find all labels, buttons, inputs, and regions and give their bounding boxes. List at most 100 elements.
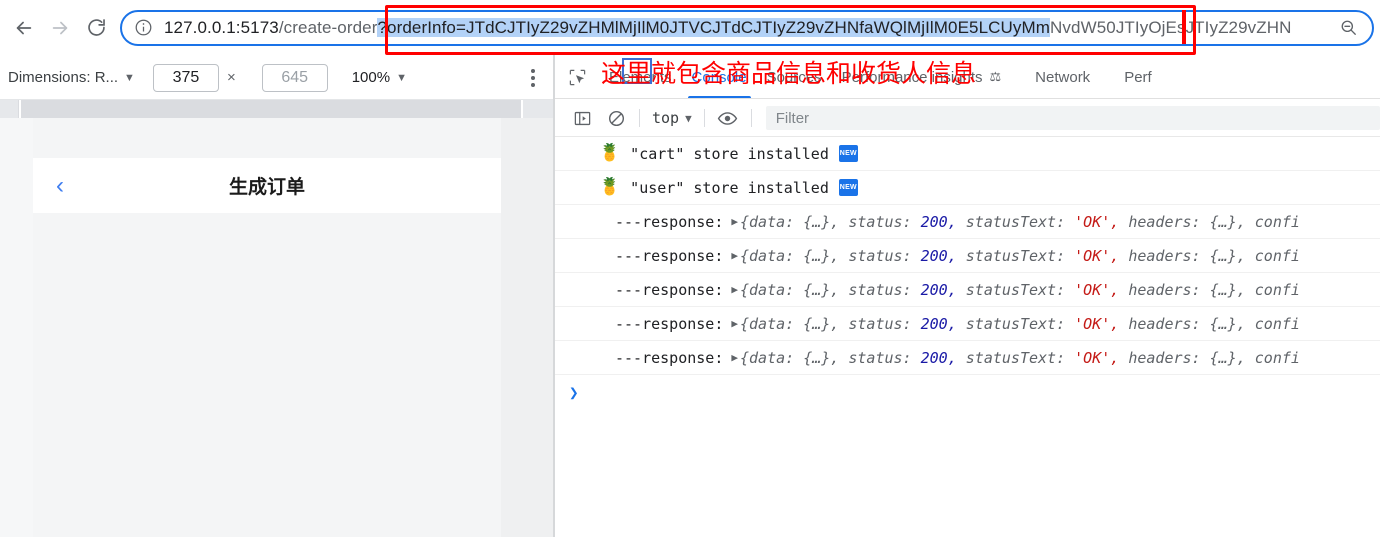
response-status-value: 200, — [920, 314, 957, 333]
device-ruler[interactable] — [0, 100, 553, 118]
divider — [639, 109, 640, 127]
info-circle-icon[interactable] — [134, 18, 154, 38]
console-filter-input[interactable]: Filter — [765, 106, 1380, 130]
console-row-response[interactable]: ---response: ▶ {data: {…}, status: 200, … — [555, 307, 1380, 341]
response-status-key: status: — [848, 348, 912, 367]
divider — [703, 109, 705, 127]
dimension-separator: × — [226, 69, 236, 86]
response-statustext-key: statusText: — [965, 280, 1066, 299]
console-log-list[interactable]: 🍍 "cart" store installed NEW 🍍 "user" st… — [555, 137, 1380, 537]
console-prompt-chevron-icon: ❯ — [569, 382, 579, 402]
console-row-response[interactable]: ---response: ▶ {data: {…}, status: 200, … — [555, 273, 1380, 307]
console-prompt[interactable]: ❯ — [555, 375, 1380, 409]
response-headers-key: headers: — [1128, 212, 1201, 231]
device-zoom-dropdown[interactable]: 100% ▼ — [352, 69, 407, 86]
zoom-out-icon[interactable] — [1334, 14, 1362, 42]
disclosure-triangle-icon[interactable]: ▶ — [731, 351, 738, 364]
response-object-open: {data: — [740, 212, 795, 231]
tab-label: Perf — [1124, 68, 1152, 86]
tab-console[interactable]: Console — [682, 55, 757, 99]
console-message: ---response: — [615, 348, 724, 367]
new-badge: NEW — [838, 145, 858, 162]
disclosure-triangle-icon[interactable]: ▶ — [731, 249, 738, 262]
console-row-response[interactable]: ---response: ▶ {data: {…}, status: 200, … — [555, 239, 1380, 273]
tab-elements[interactable]: Elements — [599, 55, 682, 99]
response-status-value: 200, — [920, 348, 957, 367]
console-context-selector[interactable]: top ▼ — [646, 109, 698, 127]
url-tail: NvdW50JTIy — [1050, 17, 1149, 37]
response-data-value: {…}, — [803, 348, 840, 367]
response-object-open: {data: — [740, 280, 795, 299]
response-config-key: confi — [1254, 314, 1300, 333]
tab-performance[interactable]: Perf — [1114, 55, 1162, 99]
response-status-key: status: — [848, 246, 912, 265]
dimensions-dropdown[interactable]: Dimensions: R... ▼ — [8, 69, 135, 86]
response-statustext-value: 'OK', — [1074, 212, 1120, 231]
back-button[interactable] — [6, 10, 42, 46]
devtools-panel: Elements Console Sources Performance ins… — [555, 55, 1380, 537]
response-config-key: confi — [1254, 280, 1300, 299]
tab-sources[interactable]: Sources — [757, 55, 832, 99]
response-headers-key: headers: — [1128, 280, 1201, 299]
console-row-response[interactable]: ---response: ▶ {data: {…}, status: 200, … — [555, 341, 1380, 375]
response-statustext-key: statusText: — [965, 348, 1066, 367]
console-row-store-installed[interactable]: 🍍 "cart" store installed NEW — [555, 137, 1380, 171]
console-filter-placeholder: Filter — [775, 109, 810, 127]
ruler-tick — [521, 100, 523, 118]
response-statustext-value: 'OK', — [1074, 314, 1120, 333]
console-filter-bar: top ▼ Filter — [555, 99, 1380, 137]
chevron-down-icon: ▼ — [124, 71, 135, 84]
disclosure-triangle-icon[interactable]: ▶ — [731, 317, 738, 330]
response-data-value: {…}, — [803, 280, 840, 299]
console-message: "user" store installed — [630, 178, 829, 197]
disclosure-triangle-icon[interactable]: ▶ — [731, 283, 738, 296]
device-height-input[interactable]: 645 — [261, 63, 328, 92]
console-row-response[interactable]: ---response: ▶ {data: {…}, status: 200, … — [555, 205, 1380, 239]
reload-button[interactable] — [78, 10, 114, 46]
response-headers-value: {…}, — [1209, 280, 1246, 299]
disclosure-triangle-icon[interactable]: ▶ — [731, 215, 738, 228]
live-expression-eye-icon[interactable] — [711, 105, 745, 131]
response-status-value: 200, — [920, 212, 957, 231]
ruler-left-edge — [0, 100, 18, 118]
ruler-right-edge — [523, 100, 553, 118]
url-text-caret — [1182, 10, 1186, 44]
response-status-key: status: — [848, 314, 912, 333]
tab-network[interactable]: Network — [1025, 55, 1100, 99]
device-emulation-toolbar: Dimensions: R... ▼ 375 × 645 100% ▼ — [0, 55, 553, 100]
tab-label: Performance insights — [841, 68, 983, 86]
chevron-down-icon: ▼ — [685, 111, 692, 125]
console-row-store-installed[interactable]: 🍍 "user" store installed NEW — [555, 171, 1380, 205]
console-message: ---response: — [615, 212, 724, 231]
reload-icon — [86, 17, 107, 38]
kebab-dot — [531, 82, 535, 87]
mobile-viewport[interactable]: ‹ 生成订单 — [33, 118, 501, 537]
response-statustext-value: 'OK', — [1074, 280, 1120, 299]
response-headers-value: {…}, — [1209, 212, 1246, 231]
tab-performance-insights[interactable]: Performance insights ⚖ — [832, 55, 1012, 99]
response-config-key: confi — [1254, 212, 1300, 231]
url-tail-2: OjEsJTIyZ29vZHN — [1148, 17, 1292, 37]
forward-button[interactable] — [42, 10, 78, 46]
inspect-element-icon[interactable] — [563, 64, 591, 90]
browser-toolbar: 127.0.0.1:5173/create-order?orderInfo=JT… — [0, 0, 1380, 55]
response-statustext-key: statusText: — [965, 212, 1066, 231]
clear-console-icon[interactable] — [599, 105, 633, 131]
response-statustext-value: 'OK', — [1074, 348, 1120, 367]
device-width-value: 375 — [172, 68, 200, 86]
page-title: 生成订单 — [228, 176, 305, 198]
tab-label: Network — [1035, 68, 1091, 86]
response-headers-value: {…}, — [1209, 314, 1246, 333]
console-sidebar-icon[interactable] — [565, 105, 599, 131]
response-headers-value: {…}, — [1209, 246, 1246, 265]
flask-icon: ⚖ — [989, 69, 1002, 84]
url-text[interactable]: 127.0.0.1:5173/create-order?orderInfo=JT… — [164, 12, 1330, 44]
arrow-right-icon — [49, 17, 71, 39]
response-data-value: {…}, — [803, 212, 840, 231]
device-width-input[interactable]: 375 — [152, 63, 219, 92]
response-headers-key: headers: — [1128, 314, 1201, 333]
url-path: /create-order — [278, 17, 378, 37]
response-data-value: {…}, — [803, 314, 840, 333]
device-more-options-button[interactable] — [521, 68, 545, 87]
arrow-left-icon — [13, 17, 35, 39]
